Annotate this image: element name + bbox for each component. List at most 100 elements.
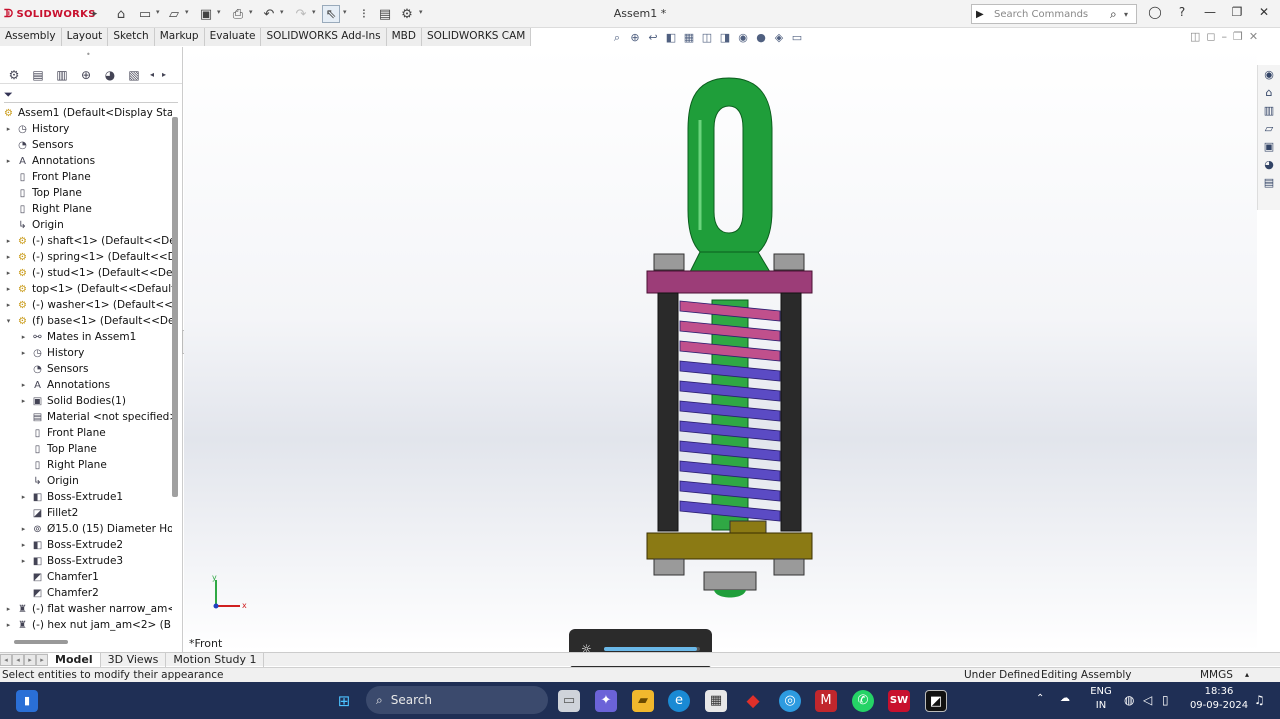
notification-bell-icon[interactable]: ♫ bbox=[1254, 693, 1265, 707]
tree-item[interactable]: ▸ ⚙ (-) stud<1> (Default<<Defaul bbox=[4, 265, 172, 281]
tree-item[interactable]: ▸ ♜ (-) hex nut jam_am<2> (B18.2. bbox=[4, 617, 172, 633]
select-pointer-icon[interactable]: ⇖ bbox=[322, 5, 340, 23]
redo-dropdown-icon[interactable]: ▾ bbox=[312, 8, 320, 18]
section-view-icon[interactable]: ◧ bbox=[664, 31, 678, 45]
tree-item[interactable]: ▯ Top Plane bbox=[19, 441, 97, 457]
expand-caret-icon[interactable]: ▸ bbox=[4, 265, 13, 281]
tab-assembly[interactable]: Assembly bbox=[0, 28, 62, 46]
microsoft-store-icon[interactable]: ▦ bbox=[705, 690, 727, 712]
tab-sketch[interactable]: Sketch bbox=[108, 28, 155, 46]
tree-item[interactable]: ▸ ◷ History bbox=[19, 345, 85, 361]
expand-caret-icon[interactable]: ▸ bbox=[19, 377, 28, 393]
tab-solidworks-cam[interactable]: SOLIDWORKS CAM bbox=[421, 28, 532, 46]
copilot-icon[interactable]: ✦ bbox=[595, 690, 617, 712]
tree-item[interactable]: ◩ Chamfer1 bbox=[19, 569, 99, 585]
tree-item[interactable]: ▸ ▣ Solid Bodies(1) bbox=[19, 393, 126, 409]
tree-vertical-scrollbar[interactable] bbox=[172, 117, 178, 497]
tree-item[interactable]: ▸ ◧ Boss-Extrude3 bbox=[19, 553, 123, 569]
search-dropdown-icon[interactable]: ▾ bbox=[1124, 10, 1136, 19]
expand-caret-icon[interactable]: ▸ bbox=[19, 537, 28, 553]
expand-caret-icon[interactable]: ▸ bbox=[4, 249, 13, 265]
tree-item[interactable]: ▾ ⚙ (f) base<1> (Default<<Defaul bbox=[4, 313, 172, 329]
user-account-icon[interactable]: ◯ bbox=[1145, 5, 1165, 23]
next-tab-arrow-icon[interactable]: ▸ bbox=[24, 653, 36, 666]
tree-item[interactable]: ▸ ⚙ (-) shaft<1> (Default<<Defaul bbox=[4, 233, 172, 249]
expand-caret-icon[interactable]: ▸ bbox=[19, 521, 28, 537]
tree-filter[interactable]: ⏷ bbox=[4, 88, 178, 103]
taskbar-search-box[interactable]: ⌕ Search bbox=[366, 686, 548, 714]
feature-tree-icon[interactable]: ⚙ bbox=[4, 67, 24, 83]
expand-caret-icon[interactable]: ▸ bbox=[19, 553, 28, 569]
options-dropdown-icon[interactable]: ▾ bbox=[419, 8, 427, 18]
new-dropdown-icon[interactable]: ▾ bbox=[156, 8, 164, 18]
home-task-icon[interactable]: ⌂ bbox=[1261, 85, 1277, 101]
open-dropdown-icon[interactable]: ▾ bbox=[185, 8, 193, 18]
tab-layout[interactable]: Layout bbox=[61, 28, 109, 46]
menu-expand-icon[interactable]: ▸ bbox=[86, 5, 104, 23]
redo-icon[interactable]: ↷ bbox=[292, 5, 310, 23]
whatsapp-icon[interactable]: ✆ bbox=[852, 690, 874, 712]
tile-window-icon[interactable]: ◫ bbox=[1190, 30, 1200, 46]
custom-properties-icon[interactable]: ▤ bbox=[1261, 175, 1277, 191]
show-hidden-icons-icon[interactable]: ⌃ bbox=[1036, 693, 1044, 704]
task-view-icon[interactable]: ▭ bbox=[558, 690, 580, 712]
file-explorer-taskbar-icon[interactable]: ▰ bbox=[632, 690, 654, 712]
expand-caret-icon[interactable]: ▸ bbox=[4, 297, 13, 313]
view-orientation-icon[interactable]: ◫ bbox=[700, 31, 714, 45]
cam-manager-icon[interactable]: ▧ bbox=[124, 67, 144, 83]
tab-motion-study-1[interactable]: Motion Study 1 bbox=[166, 652, 265, 667]
select-dropdown-icon[interactable]: ▾ bbox=[343, 8, 351, 18]
tab-markup[interactable]: Markup bbox=[154, 28, 205, 46]
previous-view-icon[interactable]: ↩ bbox=[646, 31, 660, 45]
tree-item[interactable]: ▸ ⊚ Ø15.0 (15) Diameter Hole1 bbox=[19, 521, 172, 537]
expand-caret-icon[interactable]: ▸ bbox=[4, 121, 13, 137]
view-settings-icon[interactable]: ▭ bbox=[790, 31, 804, 45]
new-document-icon[interactable]: ▭ bbox=[136, 5, 154, 23]
units-dropdown-icon[interactable]: ▴ bbox=[1245, 668, 1249, 682]
appearances-icon[interactable]: ◕ bbox=[1261, 157, 1277, 173]
print-dropdown-icon[interactable]: ▾ bbox=[249, 8, 257, 18]
units-selector[interactable]: MMGS bbox=[1200, 668, 1233, 682]
tabs-left-arrow-icon[interactable]: ◂ bbox=[148, 67, 156, 83]
property-manager-icon[interactable]: ▤ bbox=[28, 67, 48, 83]
filter-icon[interactable]: ⏷ bbox=[4, 88, 13, 101]
doc-restore-icon[interactable]: ◻ bbox=[1206, 30, 1215, 46]
prev-tab-arrow-icon[interactable]: ◂ bbox=[12, 653, 24, 666]
help-icon[interactable]: ? bbox=[1172, 5, 1192, 23]
search-commands-input[interactable]: Search Commands bbox=[990, 9, 1110, 20]
graphics-area[interactable] bbox=[184, 47, 1257, 651]
doc-minimize-icon[interactable]: – bbox=[1222, 30, 1228, 46]
edge-browser-icon[interactable]: e bbox=[668, 690, 690, 712]
tree-item[interactable]: ◪ Fillet2 bbox=[19, 505, 79, 521]
home-icon[interactable]: ⌂ bbox=[112, 5, 130, 23]
configuration-manager-icon[interactable]: ▥ bbox=[52, 67, 72, 83]
wifi-icon[interactable]: ◍ bbox=[1124, 693, 1134, 707]
hide-show-items-icon[interactable]: ◉ bbox=[736, 31, 750, 45]
assembly-model[interactable] bbox=[184, 47, 1257, 651]
tab-model[interactable]: Model bbox=[48, 652, 101, 667]
solidworks-resources-icon[interactable]: ◉ bbox=[1261, 67, 1277, 83]
tree-item[interactable]: ↳ Origin bbox=[4, 217, 63, 233]
brightness-slider[interactable] bbox=[603, 646, 700, 651]
expand-caret-icon[interactable]: ▸ bbox=[4, 233, 13, 249]
language-in[interactable]: IN bbox=[1088, 700, 1114, 711]
clock-time[interactable]: 18:36 bbox=[1188, 686, 1250, 697]
expand-caret-icon[interactable]: ▸ bbox=[19, 489, 28, 505]
doc-close-icon[interactable]: ✕ bbox=[1249, 30, 1258, 46]
open-folder-icon[interactable]: ▱ bbox=[165, 5, 183, 23]
app-red-diamond-icon[interactable]: ◆ bbox=[742, 690, 764, 712]
undo-dropdown-icon[interactable]: ▾ bbox=[280, 8, 288, 18]
tree-item[interactable]: ▯ Top Plane bbox=[4, 185, 82, 201]
expand-caret-icon[interactable]: ▸ bbox=[4, 601, 13, 617]
tree-item[interactable]: ▸ A Annotations bbox=[19, 377, 110, 393]
tree-item[interactable]: ▸ ◷ History bbox=[4, 121, 70, 137]
tab-solidworks-add-ins[interactable]: SOLIDWORKS Add-Ins bbox=[261, 28, 387, 46]
tree-item[interactable]: ▸ ◧ Boss-Extrude2 bbox=[19, 537, 123, 553]
clock-date[interactable]: 09-09-2024 bbox=[1188, 700, 1250, 711]
restore-window-icon[interactable]: ❐ bbox=[1227, 5, 1247, 23]
zoom-to-fit-icon[interactable]: ⌕ bbox=[610, 31, 624, 45]
display-style-icon[interactable]: ◨ bbox=[718, 31, 732, 45]
tree-item[interactable]: ▸ ◧ Boss-Extrude1 bbox=[19, 489, 123, 505]
search-icon[interactable]: ⌕ bbox=[1110, 7, 1124, 22]
volume-icon[interactable]: ◁ bbox=[1143, 693, 1152, 707]
